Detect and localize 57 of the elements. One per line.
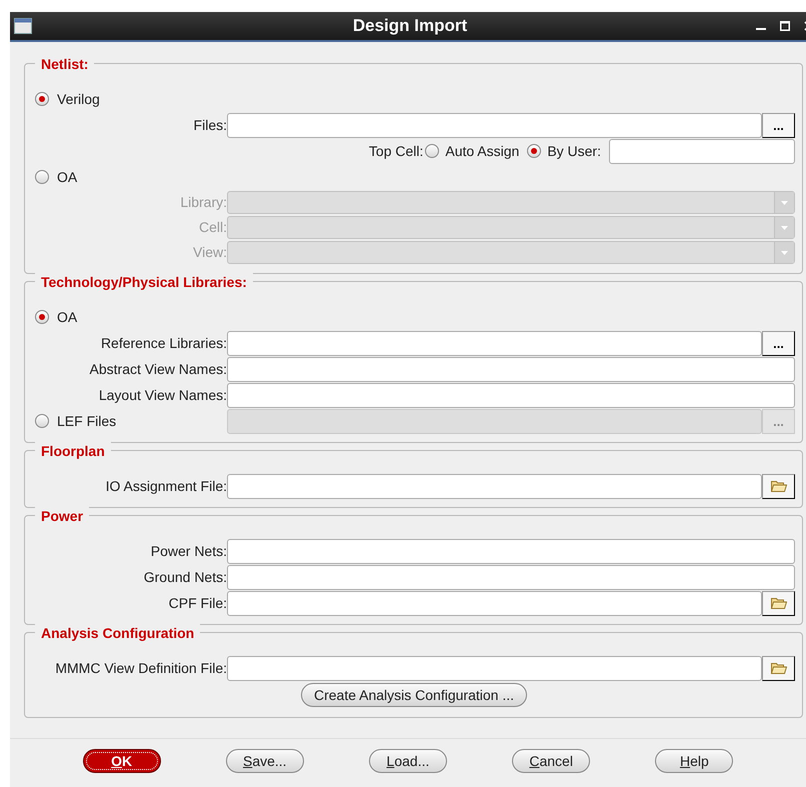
folder-icon (770, 480, 786, 492)
radio-label: By User: (547, 142, 601, 161)
dialog-button[interactable]: OK (82, 749, 161, 773)
field-label: Ground Nets: (142, 568, 227, 586)
caret-icon (781, 250, 788, 254)
folder-icon (770, 597, 786, 609)
field-label: CPF File: (168, 594, 227, 612)
radio-label: Verilog (57, 90, 100, 109)
maximize-icon[interactable] (780, 21, 790, 31)
radio-button[interactable] (35, 92, 49, 106)
create-configuration-button[interactable]: Create Analysis Configuration ... (301, 683, 527, 707)
text-field[interactable] (227, 382, 795, 408)
group-title: Technology/Physical Libraries: (35, 272, 253, 293)
radio-button[interactable] (35, 170, 49, 184)
group-title: Analysis Configuration (35, 623, 200, 644)
field-label: View: (192, 243, 227, 262)
field-label: Layout View Names: (98, 386, 227, 405)
folder-button[interactable] (762, 474, 795, 498)
text-field[interactable] (227, 590, 762, 616)
text-field[interactable] (227, 538, 795, 564)
dialog-button[interactable]: Load... (368, 749, 447, 773)
text-field[interactable] (227, 474, 762, 498)
dialog-button[interactable]: Save... (226, 749, 304, 773)
browse-button[interactable]: ... (762, 330, 795, 356)
caret-icon (781, 200, 788, 204)
folder-button[interactable] (762, 590, 795, 616)
field-label: Abstract View Names: (88, 360, 227, 378)
radio-label: Auto Assign (445, 142, 520, 161)
field-label: Reference Libraries: (100, 334, 227, 352)
radio-label: LEF Files (57, 412, 116, 430)
radio-button[interactable] (527, 144, 542, 158)
text-field[interactable] (609, 138, 795, 164)
text-field[interactable] (227, 656, 762, 680)
window-title: Design Import (352, 15, 468, 38)
field-label: Library: (179, 193, 227, 212)
folder-button[interactable] (762, 656, 795, 680)
text-field[interactable] (227, 330, 762, 356)
folder-icon (770, 662, 786, 674)
radio-label: OA (57, 308, 78, 326)
caret-icon (781, 226, 788, 230)
text-field[interactable] (227, 564, 795, 590)
radio-button[interactable] (35, 310, 49, 324)
field-label: MMMC View Definition File: (54, 658, 227, 678)
browse-button[interactable]: ... (762, 112, 795, 138)
group-title: Floorplan (35, 441, 111, 462)
text-field[interactable] (227, 356, 795, 382)
field-label: Files: (192, 116, 227, 134)
field-label: Power Nets: (150, 542, 227, 560)
dialog-button[interactable]: Cancel (512, 749, 590, 773)
field-label: IO Assignment File: (104, 476, 227, 496)
window-icon (14, 18, 32, 34)
field-label: Cell: (198, 218, 227, 237)
text-field[interactable] (227, 112, 762, 138)
field-label: Top Cell: (368, 142, 424, 161)
dialog-button[interactable]: Help (655, 749, 734, 773)
radio-button[interactable] (425, 144, 440, 158)
radio-label: OA (57, 168, 78, 186)
